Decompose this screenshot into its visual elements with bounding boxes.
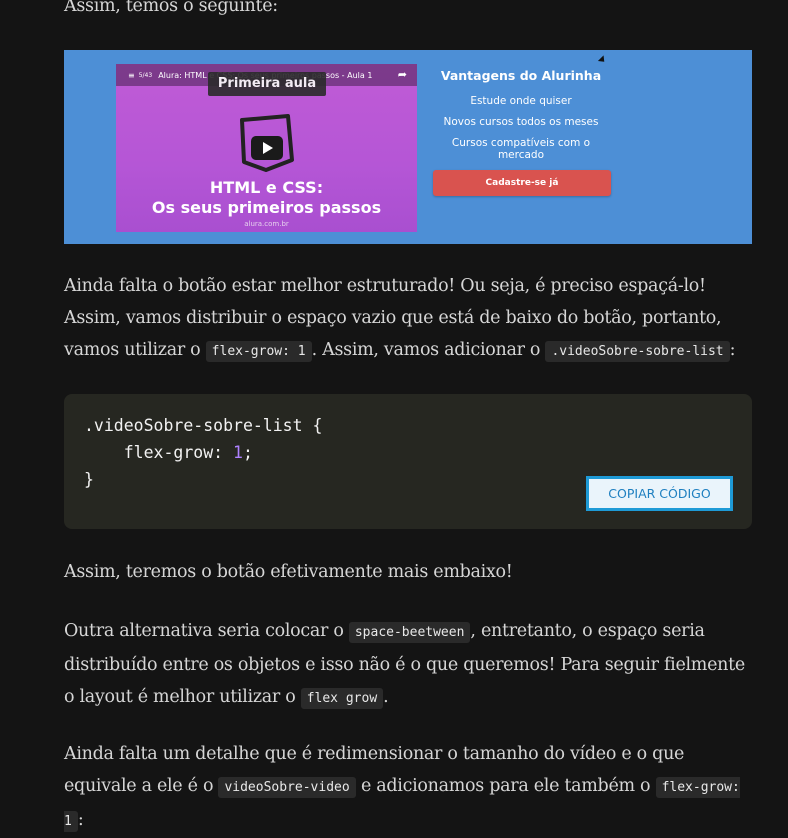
advantage-item: Cursos compatíveis com o mercado bbox=[451, 137, 591, 161]
advantage-item: Estude onde quiser bbox=[470, 95, 572, 107]
share-icon[interactable]: ➦ bbox=[398, 68, 407, 81]
play-button-icon[interactable] bbox=[251, 136, 283, 160]
inline-code: flex grow bbox=[300, 688, 384, 709]
paragraph-text: : bbox=[729, 340, 736, 360]
signup-button[interactable]: Cadastre-se já bbox=[433, 170, 611, 196]
paragraph-5: Ainda falta um detalhe que é redimension… bbox=[64, 738, 752, 838]
code-content: .videoSobre-sobre-list { flex-grow: 1; } bbox=[84, 412, 322, 493]
paragraph-4: Outra alternativa seria colocar o space-… bbox=[64, 615, 752, 715]
video-site-label: alura.com.br bbox=[244, 220, 289, 228]
code-line: flex-grow: bbox=[84, 443, 234, 462]
video-counter: 5/43 bbox=[138, 71, 153, 79]
aula-pill: Primeira aula bbox=[208, 72, 326, 96]
paragraph-text: Assim, temos o seguinte: bbox=[64, 0, 278, 16]
advantages-title: Vantagens do Alurinha bbox=[440, 68, 602, 83]
paragraph-text: : bbox=[77, 810, 84, 830]
paragraph-2: Ainda falta o botão estar melhor estrutu… bbox=[64, 270, 752, 368]
video-player[interactable]: ≡ 5/43 Alura: HTML e CSS: Os seus primei… bbox=[116, 64, 417, 232]
code-line: .videoSobre-sobre-list { bbox=[84, 416, 323, 435]
playlist-icon[interactable]: ≡ bbox=[128, 71, 135, 80]
inline-code: .videoSobre-sobre-list bbox=[545, 341, 730, 362]
paragraph-text: Assim, teremos o botão efetivamente mais… bbox=[64, 562, 513, 582]
advantages-panel: Vantagens do Alurinha Estude onde quiser… bbox=[429, 68, 613, 196]
code-line: ; bbox=[242, 443, 253, 462]
code-line: } bbox=[84, 470, 94, 489]
paragraph-3: Assim, teremos o botão efetivamente mais… bbox=[64, 556, 513, 588]
video-heading-line1: HTML e CSS: bbox=[209, 178, 324, 197]
inline-code: space-beetween bbox=[348, 622, 471, 643]
paragraph-intro: Assim, temos o seguinte: bbox=[64, 0, 278, 22]
inline-code: flex-grow: 1 bbox=[205, 341, 312, 362]
paragraph-text: . bbox=[383, 687, 389, 707]
paragraph-text: . Assim, vamos adicionar o bbox=[311, 340, 546, 360]
paragraph-text: e adicionamos para ele também o bbox=[355, 776, 656, 796]
paragraph-text: Outra alternativa seria colocar o bbox=[64, 621, 349, 641]
code-number: 1 bbox=[233, 443, 243, 462]
video-heading-line2: Os seus primeiros passos bbox=[151, 198, 382, 217]
embedded-screenshot: ≡ 5/43 Alura: HTML e CSS: Os seus primei… bbox=[64, 50, 752, 244]
code-block: .videoSobre-sobre-list { flex-grow: 1; }… bbox=[64, 394, 752, 529]
inline-code: videoSobre-video bbox=[218, 777, 356, 798]
copy-code-button[interactable]: COPIAR CÓDIGO bbox=[586, 476, 733, 511]
mouse-cursor-icon bbox=[597, 55, 608, 65]
advantage-item: Novos cursos todos os meses bbox=[443, 116, 599, 128]
